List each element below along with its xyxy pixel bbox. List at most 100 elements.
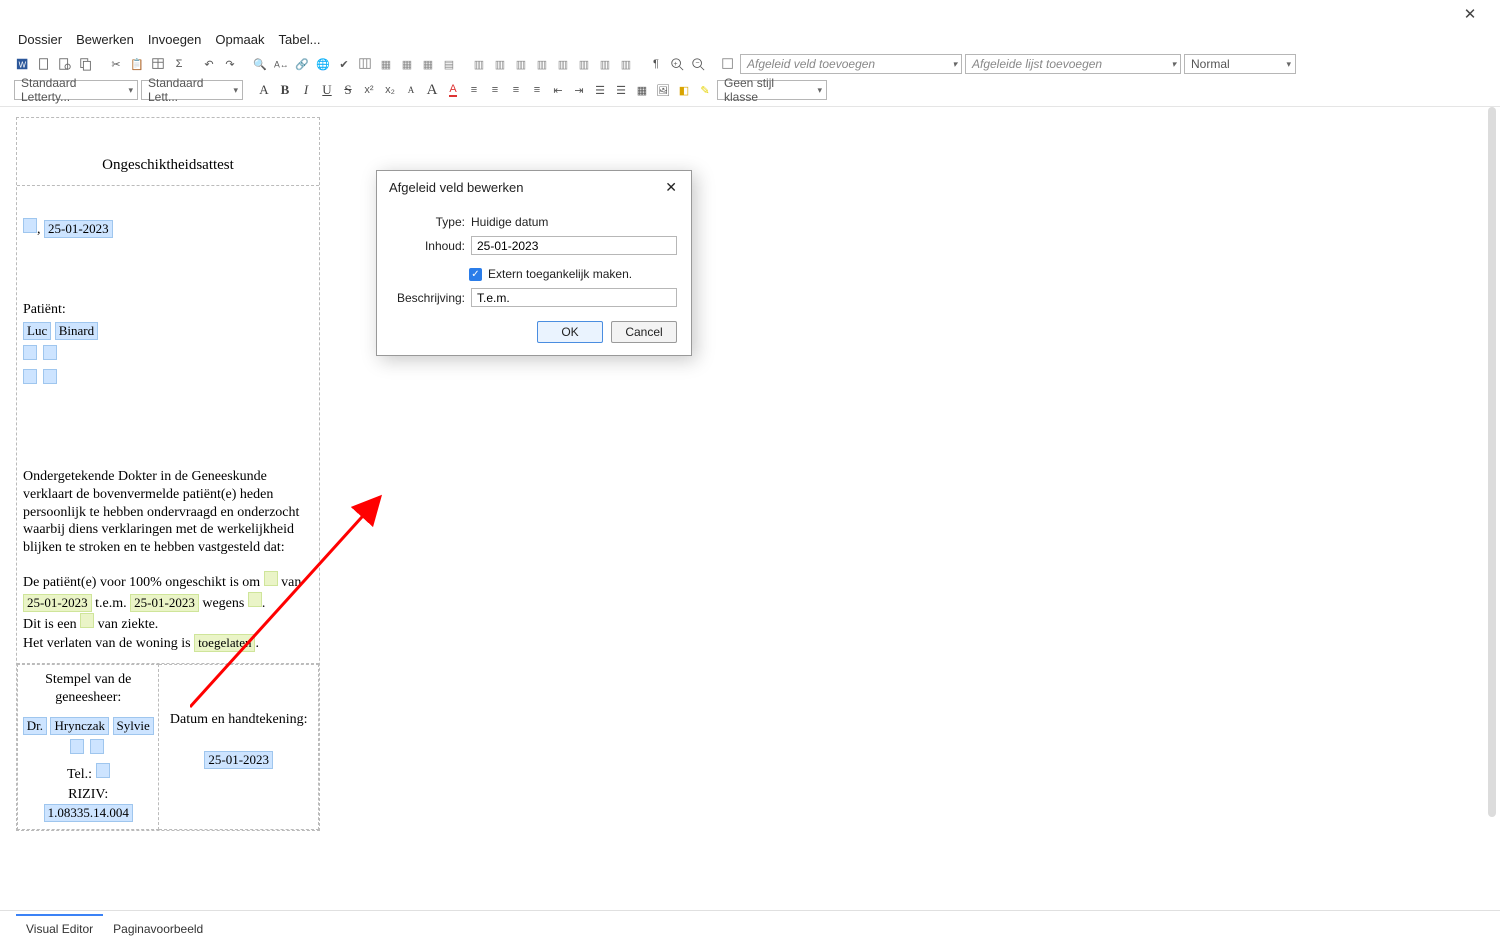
menu-tabel[interactable]: Tabel... [279,32,321,47]
redo-icon[interactable]: ↷ [221,55,239,73]
field-date-header[interactable]: 25-01-2023 [44,220,113,238]
combo-afgeleid-veld[interactable]: Afgeleid veld toevoegen [740,54,962,74]
menu-invoegen[interactable]: Invoegen [148,32,202,47]
cell-e-icon[interactable]: ▥ [596,55,614,73]
checkbox-icon[interactable] [719,55,737,73]
align-left-icon[interactable]: ≡ [465,81,483,99]
word-icon[interactable]: W [14,55,32,73]
document-page[interactable]: Ongeschiktheidsattest , 25-01-2023 Patië… [16,117,320,831]
col-insert-left-icon[interactable]: ▦ [377,55,395,73]
dialog-close-button[interactable]: ✕ [661,179,681,196]
undo-icon[interactable]: ↶ [200,55,218,73]
field-doc-addr2[interactable] [90,739,104,754]
table-icon[interactable] [149,55,167,73]
find-icon[interactable]: 🔍 [251,55,269,73]
field-doc-addr1[interactable] [70,739,84,754]
yfield-toegelaten[interactable]: toegelaten [194,634,255,652]
field-addr-3[interactable] [23,369,37,384]
insert-image-icon[interactable]: 🖼 [654,81,672,99]
row-insert-above-icon[interactable]: ▤ [440,55,458,73]
cell-d-icon[interactable]: ▥ [575,55,593,73]
font-size-combo[interactable]: Standaard Lett... [141,80,243,100]
yfield-om[interactable] [264,571,278,586]
style-class-combo[interactable]: Geen stijl klasse [717,80,827,100]
yfield-ziekte[interactable] [80,613,94,628]
combo-afgeleide-lijst[interactable]: Afgeleide lijst toevoegen [965,54,1181,74]
menu-opmaak[interactable]: Opmaak [215,32,264,47]
font-normal-button[interactable]: A [255,81,273,99]
cut-icon[interactable]: ✂ [107,55,125,73]
field-empty-1[interactable] [23,218,37,233]
cell-a-icon[interactable]: ▥ [512,55,530,73]
dialog-ok-button[interactable]: OK [537,321,603,343]
dialog-extern-checkbox[interactable]: ✓ [469,268,482,281]
cell-merge-icon[interactable]: ▥ [470,55,488,73]
large-a-icon[interactable]: A [423,81,441,99]
align-justify-icon[interactable]: ≡ [528,81,546,99]
indent-increase-icon[interactable]: ⇥ [570,81,588,99]
font-family-combo[interactable]: Standaard Letterty... [14,80,138,100]
print-preview-icon[interactable] [56,55,74,73]
vertical-scrollbar[interactable] [1488,107,1496,817]
font-color-icon[interactable]: A [444,81,462,99]
align-center-icon[interactable]: ≡ [486,81,504,99]
replace-icon[interactable]: A↔ [272,55,290,73]
line3a-text: Dit is een [23,617,77,632]
field-doc-last[interactable]: Hrynczak [50,717,109,735]
menu-dossier[interactable]: Dossier [18,32,62,47]
dialog-cancel-button[interactable]: Cancel [611,321,677,343]
dialog-inhoud-input[interactable] [471,236,677,255]
zoom-out-icon[interactable]: − [689,55,707,73]
tab-visual-editor[interactable]: Visual Editor [16,914,103,944]
field-patient-last[interactable]: Binard [55,322,98,340]
window-close-button[interactable]: ✕ [1450,5,1490,23]
globe-icon[interactable]: 🌐 [314,55,332,73]
small-a-icon[interactable]: A [402,81,420,99]
zoom-in-icon[interactable]: + [668,55,686,73]
field-doc-first[interactable]: Sylvie [113,717,154,735]
indent-decrease-icon[interactable]: ⇤ [549,81,567,99]
field-addr-4[interactable] [43,369,57,384]
field-riziv[interactable]: 1.08335.14.004 [44,804,133,822]
combo-normal[interactable]: Normal [1184,54,1296,74]
yfield-date-to[interactable]: 25-01-2023 [130,594,199,612]
yfield-date-from[interactable]: 25-01-2023 [23,594,92,612]
yfield-wegens[interactable] [248,592,262,607]
copy-icon[interactable] [77,55,95,73]
cell-b-icon[interactable]: ▥ [533,55,551,73]
dialog-beschrijving-input[interactable] [471,288,677,307]
numbered-list-icon[interactable]: ☰ [591,81,609,99]
pilcrow-icon[interactable]: ¶ [647,55,665,73]
italic-button[interactable]: I [297,81,315,99]
sigma-icon[interactable]: Σ [170,55,188,73]
link-icon[interactable]: 🔗 [293,55,311,73]
cell-c-icon[interactable]: ▥ [554,55,572,73]
col-insert-right-icon[interactable]: ▦ [398,55,416,73]
align-right-icon[interactable]: ≡ [507,81,525,99]
superscript-button[interactable]: x₂ [381,81,399,99]
menu-bewerken[interactable]: Bewerken [76,32,134,47]
tab-paginavoorbeeld[interactable]: Paginavoorbeeld [103,914,213,944]
grid-icon[interactable] [356,55,374,73]
field-dr[interactable]: Dr. [23,717,47,735]
highlight-icon[interactable]: ✎ [696,81,714,99]
spellcheck-icon[interactable]: ✔ [335,55,353,73]
field-patient-first[interactable]: Luc [23,322,51,340]
underline-button[interactable]: U [318,81,336,99]
field-addr-1[interactable] [23,345,37,360]
insert-table-icon[interactable]: ▦ [633,81,651,99]
bullet-list-icon[interactable]: ☰ [612,81,630,99]
subscript-button[interactable]: x² [360,81,378,99]
cell-split-icon[interactable]: ▥ [491,55,509,73]
clipboard-icon[interactable]: 📋 [128,55,146,73]
riziv-label: RIZIV: [68,787,108,802]
cell-f-icon[interactable]: ▥ [617,55,635,73]
field-tel[interactable] [96,763,110,778]
strike-button[interactable]: S [339,81,357,99]
eraser-icon[interactable]: ◧ [675,81,693,99]
new-doc-icon[interactable] [35,55,53,73]
col-delete-icon[interactable]: ▦ [419,55,437,73]
field-addr-2[interactable] [43,345,57,360]
field-sig-date[interactable]: 25-01-2023 [204,751,273,769]
bold-button[interactable]: B [276,81,294,99]
